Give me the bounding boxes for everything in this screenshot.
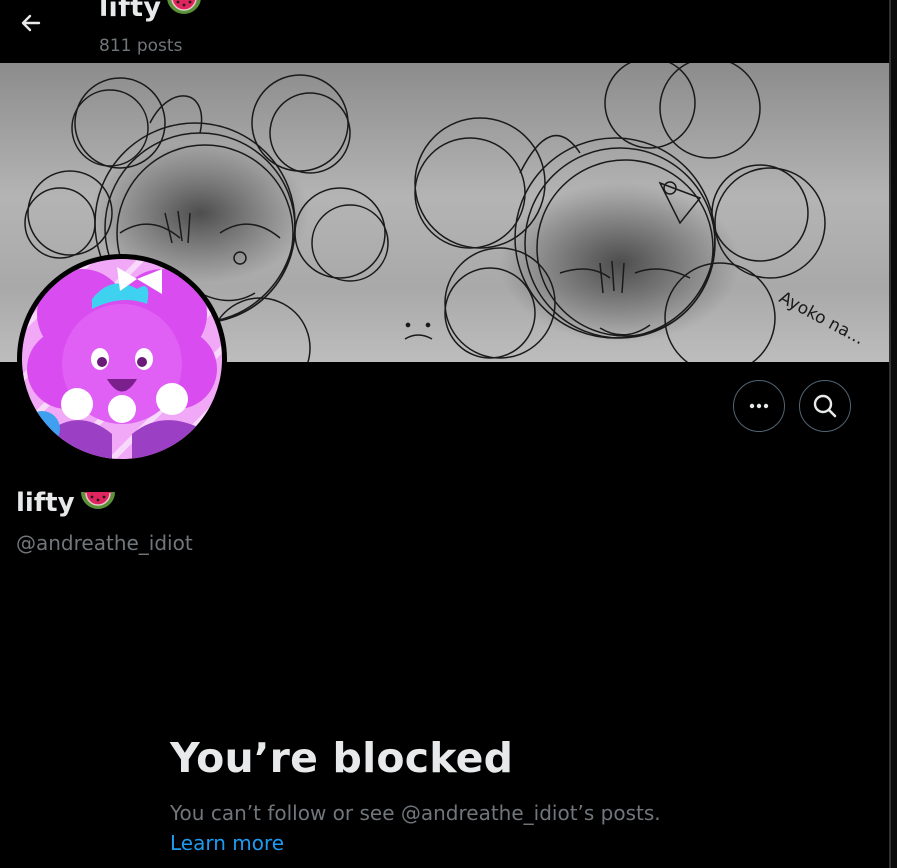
avatar[interactable]: [17, 254, 227, 464]
banner-signature: Ayoko na...: [776, 288, 868, 350]
main-column: lifty 811 posts Ayoko na... lifty @andre…: [0, 0, 889, 868]
search-icon: [813, 394, 837, 418]
scrollbar[interactable]: [891, 0, 897, 868]
watermelon-icon: [80, 488, 115, 519]
more-horizontal-icon: [749, 403, 769, 409]
learn-more-link[interactable]: Learn more: [170, 831, 284, 855]
blocked-message: You can’t follow or see @andreathe_idiot…: [170, 801, 661, 825]
watermelon-icon: [167, 0, 201, 24]
arrow-left-icon: [21, 14, 41, 32]
header-title: lifty: [99, 0, 201, 24]
back-button[interactable]: [12, 4, 50, 42]
profile-name-text: lifty: [16, 488, 75, 518]
post-count: 811 posts: [99, 36, 183, 56]
blocked-title: You’re blocked: [170, 734, 514, 782]
header-name-text: lifty: [99, 0, 162, 23]
search-posts-button[interactable]: [799, 380, 851, 432]
avatar-image: [22, 259, 222, 459]
more-options-button[interactable]: [733, 380, 785, 432]
profile-name: lifty: [16, 488, 115, 519]
profile-page: lifty 811 posts Ayoko na... lifty @andre…: [0, 0, 897, 868]
profile-handle: @andreathe_idiot: [16, 531, 193, 555]
